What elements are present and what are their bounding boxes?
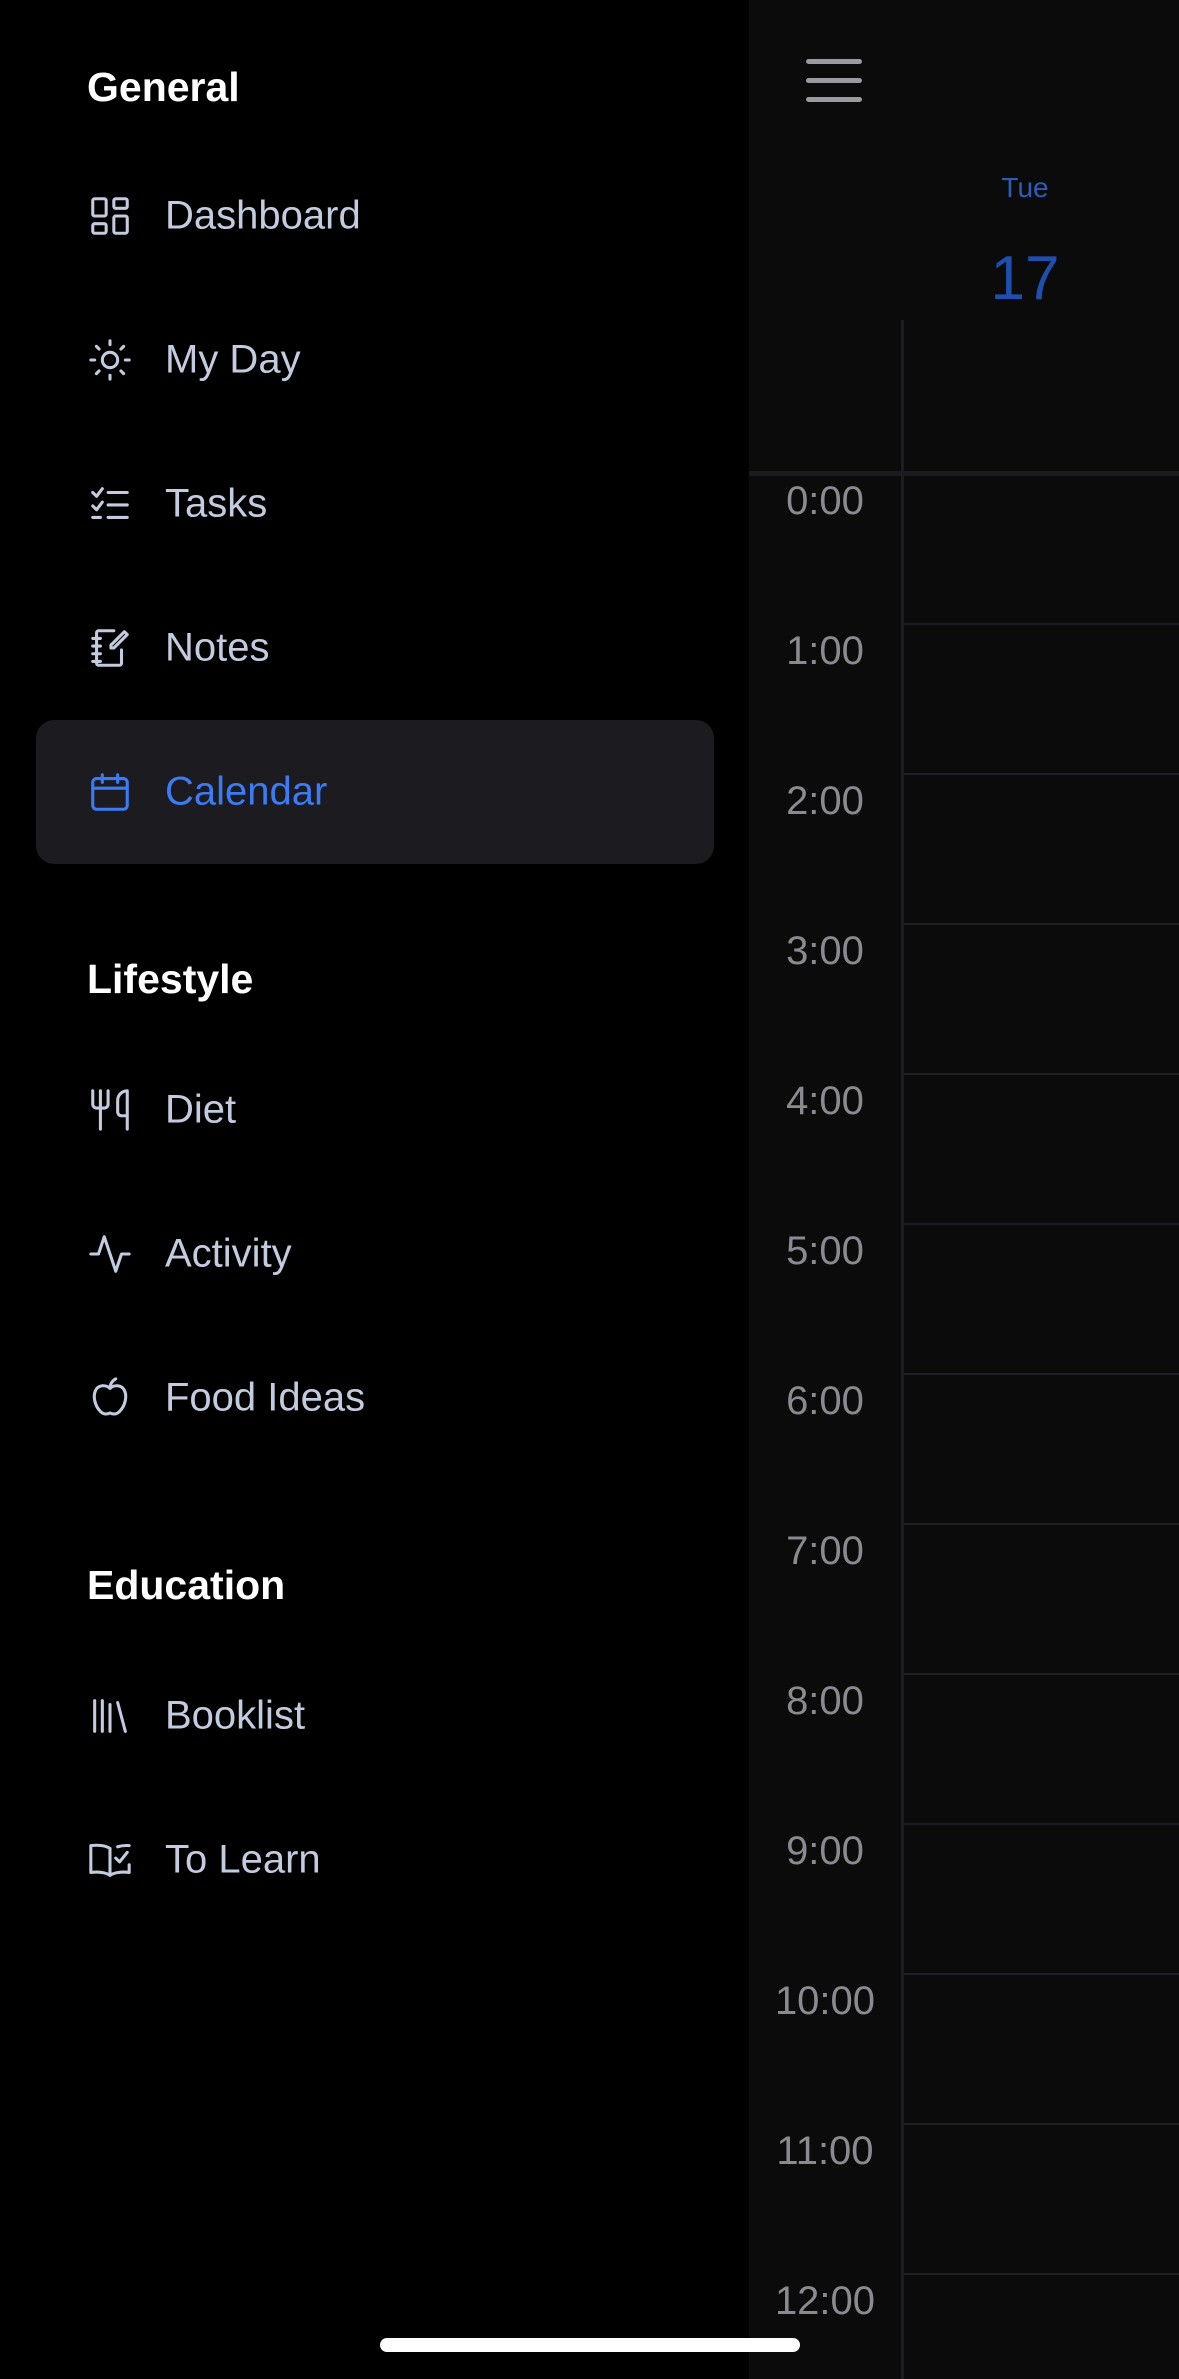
time-column-divider — [901, 320, 904, 2379]
sidebar-item-notes[interactable]: Notes — [36, 576, 714, 720]
hour-gridline — [902, 2273, 1179, 2275]
sidebar-item-label: Diet — [165, 1087, 237, 1132]
section-title-education: Education — [87, 1562, 286, 1608]
hour-label: 11:00 — [776, 2129, 874, 2173]
sidebar-item-tasks[interactable]: Tasks — [36, 432, 714, 576]
sidebar-item-label: Calendar — [165, 769, 328, 814]
hour-gridline — [902, 1073, 1179, 1075]
section-title-general: General — [87, 64, 240, 110]
sidebar-item-label: Dashboard — [165, 193, 361, 238]
apple-icon — [87, 1375, 133, 1421]
hour-gridline — [902, 2123, 1179, 2125]
hamburger-menu-icon[interactable] — [806, 57, 864, 107]
sidebar-item-label: Food Ideas — [165, 1375, 366, 1420]
hour-gridline — [902, 1373, 1179, 1375]
hour-gridline — [902, 623, 1179, 625]
sidebar-item-label: Booklist — [165, 1693, 306, 1738]
hour-gridline — [902, 773, 1179, 775]
calendar-icon — [87, 769, 133, 815]
hour-label: 4:00 — [786, 1079, 864, 1123]
sidebar-item-label: My Day — [165, 337, 301, 382]
sun-icon — [87, 337, 133, 383]
hour-gridline — [902, 1973, 1179, 1975]
hour-label: 12:00 — [774, 2279, 876, 2323]
book-check-icon — [87, 1837, 133, 1883]
sidebar-item-my-day[interactable]: My Day — [36, 288, 714, 432]
utensils-icon — [87, 1087, 133, 1133]
dashboard-icon — [87, 193, 133, 239]
sidebar-item-booklist[interactable]: Booklist — [36, 1644, 714, 1788]
hour-label: 1:00 — [786, 629, 864, 673]
sidebar-item-label: To Learn — [165, 1837, 321, 1882]
day-number[interactable]: 17 — [970, 243, 1080, 314]
hour-gridline — [902, 1823, 1179, 1825]
activity-icon — [87, 1231, 133, 1277]
sidebar-item-diet[interactable]: Diet — [36, 1038, 714, 1182]
section-title-lifestyle: Lifestyle — [87, 956, 254, 1002]
library-icon — [87, 1693, 133, 1739]
hour-label: 3:00 — [786, 929, 864, 973]
checklist-icon — [87, 481, 133, 527]
sidebar-item-label: Tasks — [165, 481, 268, 526]
hour-label: 2:00 — [786, 779, 864, 823]
sidebar-item-calendar[interactable]: Calendar — [36, 720, 714, 864]
hour-label: 6:00 — [786, 1379, 864, 1423]
hour-label: 9:00 — [786, 1829, 864, 1873]
notebook-icon — [87, 625, 133, 671]
sidebar: General Dashboard My Day Tasks Notes Cal… — [0, 0, 749, 2379]
header-divider — [749, 471, 1179, 476]
app-root: General Dashboard My Day Tasks Notes Cal… — [0, 0, 1179, 2379]
home-indicator[interactable] — [380, 2338, 800, 2352]
hour-gridline — [902, 1523, 1179, 1525]
sidebar-item-label: Activity — [165, 1231, 292, 1276]
sidebar-item-food-ideas[interactable]: Food Ideas — [36, 1326, 714, 1470]
hour-label: 5:00 — [786, 1229, 864, 1273]
hour-label: 7:00 — [786, 1529, 864, 1573]
hour-label: 8:00 — [786, 1679, 864, 1723]
hour-gridline — [902, 1673, 1179, 1675]
day-name: Tue — [1001, 172, 1049, 203]
hour-gridline — [902, 923, 1179, 925]
sidebar-item-to-learn[interactable]: To Learn — [36, 1788, 714, 1932]
calendar-view[interactable]: Tue 17 0:00 1:00 2:00 3:00 4:00 5:00 6:0… — [749, 0, 1179, 2379]
sidebar-item-activity[interactable]: Activity — [36, 1182, 714, 1326]
sidebar-item-dashboard[interactable]: Dashboard — [36, 144, 714, 288]
hour-label: 0:00 — [786, 479, 864, 523]
hour-label: 10:00 — [774, 1979, 876, 2023]
sidebar-item-label: Notes — [165, 625, 270, 670]
hour-gridline — [902, 1223, 1179, 1225]
